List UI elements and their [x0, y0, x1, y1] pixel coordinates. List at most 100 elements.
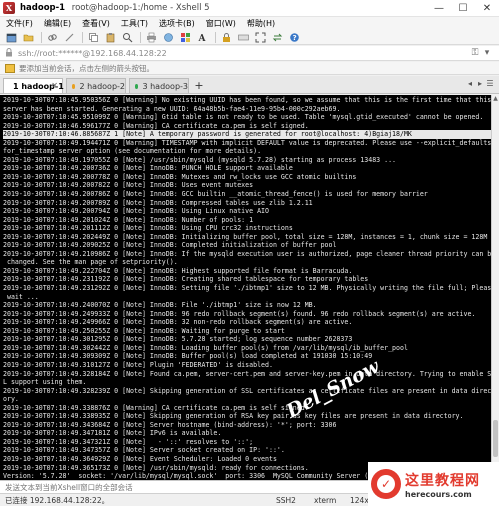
keyboard-icon[interactable] — [236, 31, 250, 44]
menu-window[interactable]: 窗口(W) — [206, 18, 236, 29]
toolbar-divider — [140, 31, 141, 43]
terminal-line: changed. See the man page of setpriority… — [3, 258, 178, 267]
maximize-button[interactable]: ☐ — [451, 0, 475, 17]
tab-list-icon[interactable]: ☰ — [485, 79, 495, 88]
toolbar-divider — [41, 31, 42, 43]
terminal-line: 2019-10-30T07:10:49.202449Z 0 [Note] Inn… — [3, 232, 488, 241]
menu-help[interactable]: 帮助(H) — [247, 18, 275, 29]
title-path: root@hadoop-1:/home - Xshell 5 — [71, 3, 210, 13]
terminal-line: 2019-10-30T07:10:49.210986Z 0 [Note] Inn… — [3, 249, 491, 258]
svg-text:A: A — [197, 34, 206, 43]
terminal-line: for_timestamp server option (see documen… — [3, 147, 262, 156]
toolbar: A ? — [0, 30, 499, 45]
copy-icon[interactable] — [86, 31, 100, 44]
session-tabs: 1 hadoop-1 ✕ 2 hadoop-2 3 hadoop-3 + ◂ ▸… — [0, 76, 499, 94]
compose-input[interactable] — [5, 482, 205, 492]
terminal-line: server has been started. Generating a ne… — [3, 104, 341, 113]
terminal-line: 2019-10-30T07:10:49.301295Z 0 [Note] Inn… — [3, 335, 353, 344]
notice-bar: 要添加当前会话，点击左侧的箭头按钮。 — [0, 62, 499, 75]
tab-hadoop-2[interactable]: 2 hadoop-2 — [66, 78, 126, 93]
tab-close-icon[interactable]: ✕ — [51, 81, 58, 90]
terminal-line: 2019-10-30T07:10:49.249966Z 0 [Note] Inn… — [3, 318, 353, 327]
terminal-line: 2019-10-30T07:10:49.347181Z 0 [Note] IPv… — [3, 429, 222, 438]
menu-tools[interactable]: 工具(T) — [121, 18, 148, 29]
terminal-line: 2019-10-30T07:10:49.200789Z 0 [Note] Inn… — [3, 198, 313, 207]
add-tab-button[interactable]: + — [192, 78, 206, 93]
terminal-line: 2019-10-30T07:10:49.200778Z 0 [Note] Inn… — [3, 172, 357, 181]
lock-icon[interactable] — [219, 31, 233, 44]
address-input[interactable] — [18, 48, 318, 58]
address-bar: ⚿ ▾ — [0, 46, 499, 61]
toolbar-divider — [215, 31, 216, 43]
terminal-size-status: 124x — [350, 496, 369, 505]
menu-file[interactable]: 文件(F) — [6, 18, 33, 29]
tab-hadoop-3[interactable]: 3 hadoop-3 — [129, 78, 189, 93]
site-logo-url: herecours.com — [405, 489, 472, 499]
help-icon[interactable]: ? — [287, 31, 301, 44]
terminal-scrollbar[interactable]: ▲ ▼ — [491, 95, 499, 480]
expand-icon[interactable]: ▾ — [481, 48, 493, 58]
transfer-icon[interactable] — [270, 31, 284, 44]
menu-bar: 文件(F) 编辑(E) 查看(V) 工具(T) 选项卡(B) 窗口(W) 帮助(… — [0, 17, 499, 30]
xshell-window: X hadoop-1 root@hadoop-1:/home - Xshell … — [0, 0, 499, 506]
find-icon[interactable] — [120, 31, 134, 44]
terminal-line: 2019-10-30T07:10:49.209025Z 0 [Note] Inn… — [3, 241, 337, 250]
session-status-icon — [72, 83, 76, 89]
color-scheme-icon[interactable] — [178, 31, 192, 44]
open-folder-icon[interactable] — [21, 31, 35, 44]
session-status-icon — [135, 83, 139, 89]
terminal-line: 2019-10-30T07:10:49.231292Z 0 [Note] Inn… — [3, 284, 491, 293]
terminal-output[interactable]: 2019-10-30T07:10:45.950356Z 0 [Warning] … — [0, 95, 491, 480]
site-logo-name: 这里教程网 — [405, 472, 480, 489]
minimize-button[interactable]: — — [427, 0, 451, 17]
key-icon[interactable]: ⚿ — [469, 48, 481, 58]
new-session-icon[interactable] — [4, 31, 18, 44]
protocol-status: SSH2 — [276, 496, 296, 505]
site-logo-icon: ✓ — [371, 469, 401, 499]
terminal-line: 2019-10-30T07:10:49.347357Z 0 [Note] Ser… — [3, 446, 285, 455]
scroll-thumb[interactable] — [493, 420, 498, 458]
globe-icon[interactable] — [161, 31, 175, 44]
terminal-line: 2019-10-30T07:10:49.200794Z 0 [Note] Inn… — [3, 207, 269, 216]
title-bar[interactable]: X hadoop-1 root@hadoop-1:/home - Xshell … — [0, 0, 499, 17]
terminal-line: 2019-10-30T07:10:49.200782Z 0 [Note] Inn… — [3, 181, 254, 190]
bookmark-icon[interactable] — [5, 63, 15, 73]
terminal-line: 2019-10-30T07:10:45.950356Z 0 [Warning] … — [3, 96, 491, 104]
xshell-logo-icon: X — [3, 2, 15, 14]
terminal-line: 2019-10-30T07:10:49.343684Z 0 [Note] Ser… — [3, 420, 337, 429]
terminal-line: 2019-10-30T07:10:49.302442Z 0 [Note] Inn… — [3, 343, 408, 352]
connection-status: 已连接 192.168.44.128:22。 — [5, 495, 110, 505]
notice-text: 要添加当前会话，点击左侧的箭头按钮。 — [19, 63, 154, 73]
terminal-line: 2019-10-30T07:10:49.309309Z 0 [Note] Inn… — [3, 352, 373, 361]
menu-edit[interactable]: 编辑(E) — [44, 18, 71, 29]
scroll-up-icon[interactable]: ▲ — [492, 95, 499, 103]
terminal-line: 2019-10-30T07:10:49.194471Z 0 [Warning] … — [3, 138, 491, 147]
terminal-line: 2019-10-30T07:10:49.201024Z 0 [Note] Inn… — [3, 215, 254, 224]
terminal-line: 2019-10-30T07:10:45.951099Z 0 [Warning] … — [3, 113, 484, 122]
print-icon[interactable] — [144, 31, 158, 44]
tab-scroll-left-icon[interactable]: ◂ — [465, 79, 475, 88]
terminal-type-status: xterm — [314, 496, 337, 505]
terminal-line: 2019-10-30T07:10:49.250255Z 0 [Note] Inn… — [3, 326, 285, 335]
terminal-line: 2019-10-30T07:10:49.338876Z 0 [Warning] … — [3, 403, 309, 412]
title-host: hadoop-1 — [20, 3, 66, 13]
terminal-line: 2019-10-30T07:10:49.201112Z 0 [Note] Inn… — [3, 224, 293, 233]
terminal-line: 2019-10-30T07:10:49.328239Z 0 [Note] Ski… — [3, 386, 491, 395]
terminal-line: 2019-10-30T07:10:49.249933Z 0 [Note] Inn… — [3, 309, 476, 318]
terminal-line-highlighted: 2019-10-30T07:10:46.885687Z 1 [Note] A t… — [3, 130, 491, 139]
fullscreen-icon[interactable] — [253, 31, 267, 44]
tab-label: 2 hadoop-2 — [79, 81, 125, 91]
menu-tabs[interactable]: 选项卡(B) — [159, 18, 195, 29]
close-button[interactable]: ✕ — [475, 0, 499, 17]
link-icon[interactable] — [45, 31, 59, 44]
terminal-line: L support using them. — [3, 378, 87, 387]
terminal-line: 2019-10-30T07:10:49.200786Z 0 [Note] Inn… — [3, 190, 428, 199]
terminal-line: ory. — [3, 395, 19, 404]
tab-hadoop-1[interactable]: 1 hadoop-1 ✕ — [3, 78, 64, 93]
menu-view[interactable]: 查看(V) — [82, 18, 110, 29]
terminal-line: 2019-10-30T07:10:49.231192Z 0 [Note] Inn… — [3, 275, 369, 284]
disconnect-icon[interactable] — [62, 31, 76, 44]
paste-icon[interactable] — [103, 31, 117, 44]
font-icon[interactable]: A — [195, 31, 209, 44]
tab-scroll-right-icon[interactable]: ▸ — [475, 79, 485, 88]
